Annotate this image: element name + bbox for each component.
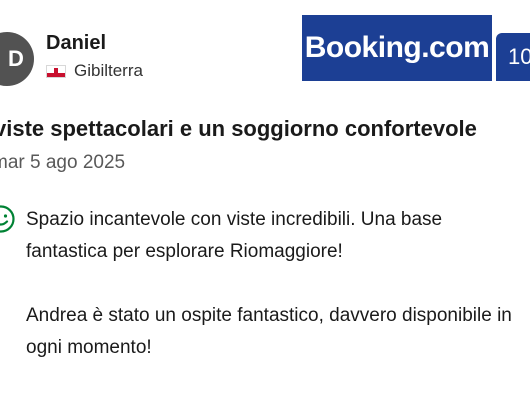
avatar-initial: D bbox=[8, 46, 24, 71]
review-date: mar 5 ago 2025 bbox=[0, 152, 126, 173]
reviewer-name: Daniel bbox=[46, 32, 107, 54]
avatar: D bbox=[0, 32, 34, 86]
review-paragraph: Spazio incantevole con viste incredibili… bbox=[26, 209, 443, 262]
smiley-face-icon bbox=[0, 205, 15, 233]
reviewer-country: Gibilterra bbox=[46, 61, 143, 81]
review-title: viste spettacolari e un soggiorno confor… bbox=[0, 116, 477, 141]
review-paragraph: Andrea è stato un ospite fantastico, dav… bbox=[26, 305, 512, 358]
country-label: Gibilterra bbox=[74, 61, 143, 80]
gibraltar-flag-icon bbox=[46, 64, 66, 78]
booking-logo: Booking.com bbox=[302, 15, 492, 81]
review-card: D Daniel Gibilterra Booking.com 10 viste… bbox=[0, 0, 530, 400]
review-body: Spazio incantevole con viste incredibili… bbox=[26, 204, 526, 396]
score-badge: 10 bbox=[496, 33, 530, 81]
